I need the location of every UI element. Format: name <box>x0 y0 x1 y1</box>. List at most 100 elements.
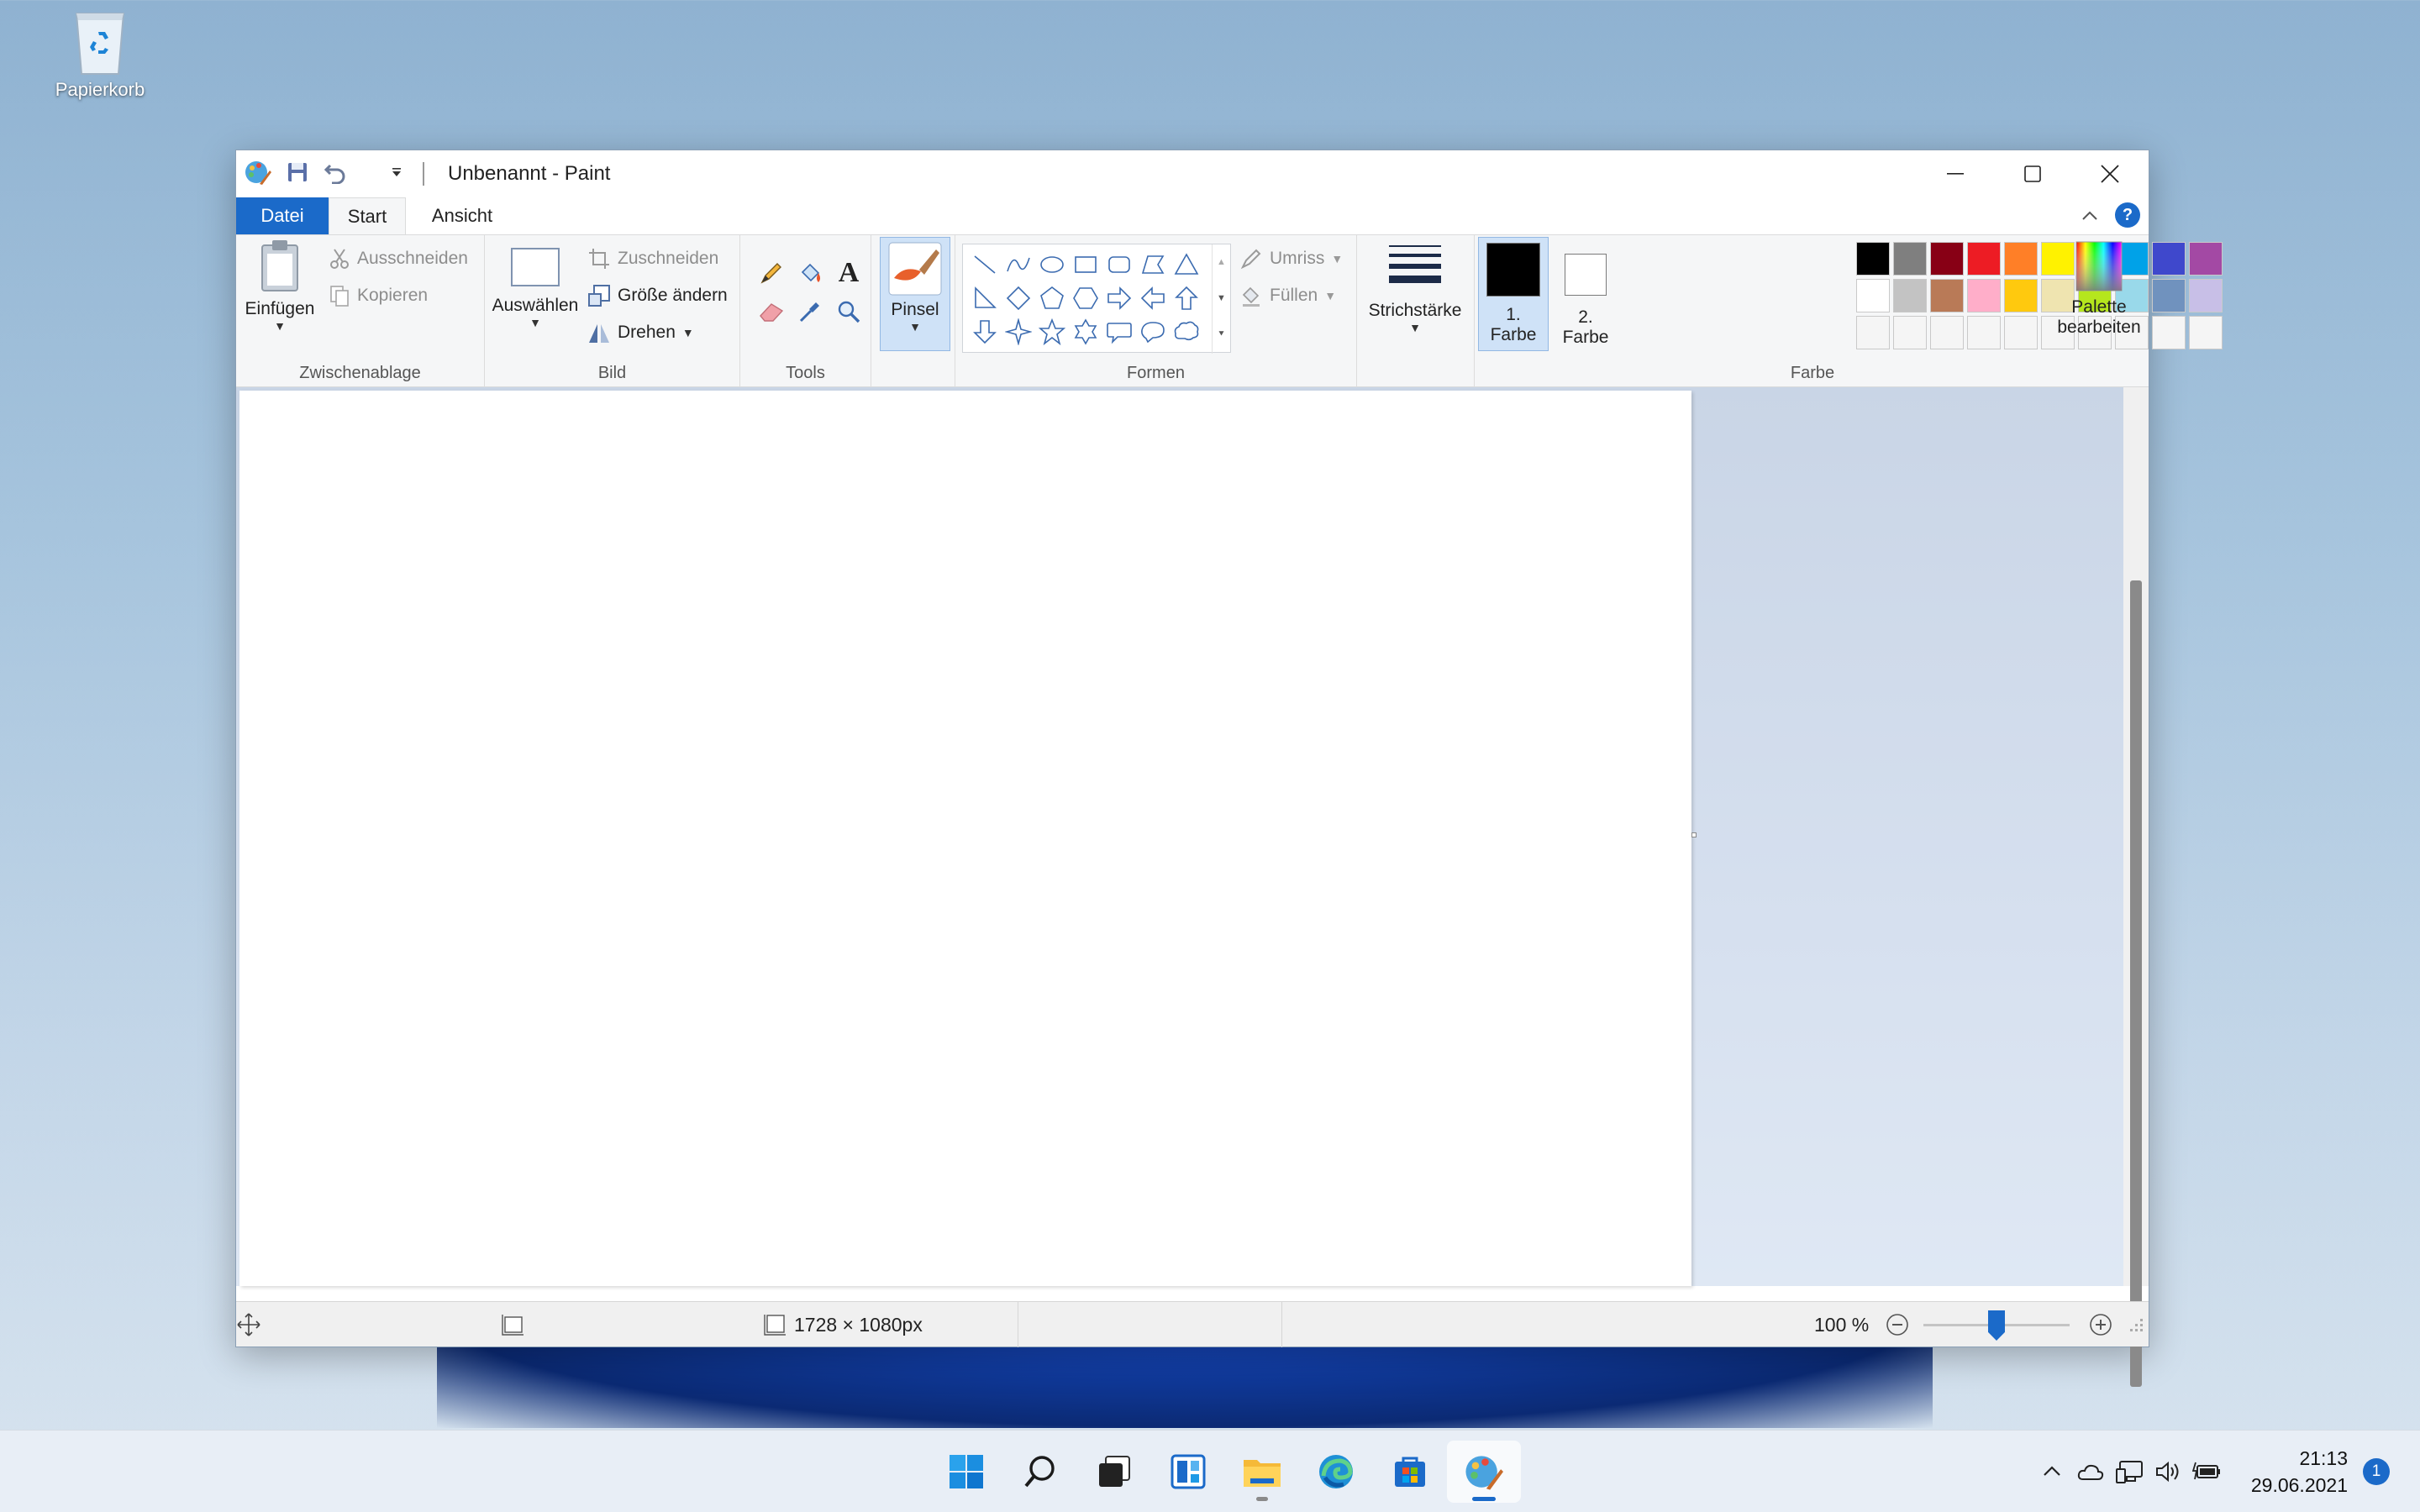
window-resize-grip[interactable] <box>2127 1302 2145 1347</box>
edit-colors-button[interactable]: Palette bearbeiten <box>2054 237 2144 338</box>
battery-button[interactable] <box>2187 1452 2226 1491</box>
color-picker-icon[interactable] <box>791 292 829 331</box>
palette-swatch[interactable] <box>1930 316 1964 349</box>
palette-swatch[interactable] <box>1893 316 1927 349</box>
select-button[interactable]: Auswählen ▼ <box>490 247 581 329</box>
taskbar-store-button[interactable] <box>1373 1441 1447 1503</box>
shape-triangle-icon[interactable] <box>1170 248 1203 281</box>
minimize-button[interactable] <box>1917 150 1994 197</box>
shape-six-point-star-icon[interactable] <box>1069 315 1102 349</box>
shape-four-point-star-icon[interactable] <box>1002 315 1035 349</box>
palette-swatch[interactable] <box>1856 242 1890 276</box>
palette-swatch[interactable] <box>2189 316 2223 349</box>
palette-swatch[interactable] <box>1893 279 1927 312</box>
rotate-button[interactable]: Drehen ▼ <box>587 318 694 348</box>
palette-swatch[interactable] <box>2189 242 2223 276</box>
cut-button[interactable]: Ausschneiden <box>329 244 468 274</box>
tab-home[interactable]: Start <box>329 197 406 235</box>
notification-badge[interactable]: 1 <box>2363 1458 2390 1485</box>
resize-button[interactable]: Größe ändern <box>587 281 728 311</box>
color1-button[interactable]: 1. Farbe <box>1478 237 1549 351</box>
taskbar-paint-button[interactable] <box>1447 1441 1521 1503</box>
tab-view[interactable]: Ansicht <box>416 197 508 234</box>
taskbar-file-explorer-button[interactable] <box>1225 1441 1299 1503</box>
copy-button[interactable]: Kopieren <box>329 281 428 311</box>
color2-button[interactable]: 2. Farbe <box>1552 237 1619 348</box>
palette-swatch[interactable] <box>1967 316 2001 349</box>
text-icon[interactable]: A <box>829 254 868 292</box>
fill-button[interactable]: Füllen ▼ <box>1239 281 1336 311</box>
palette-swatch[interactable] <box>2004 316 2038 349</box>
customize-qat-dropdown-icon[interactable] <box>391 166 402 182</box>
palette-swatch[interactable] <box>2004 279 2038 312</box>
shape-cloud-callout-icon[interactable] <box>1170 315 1203 349</box>
collapse-ribbon-button[interactable] <box>2078 204 2102 228</box>
shape-right-triangle-icon[interactable] <box>968 281 1002 315</box>
paint-app-icon[interactable] <box>245 159 271 190</box>
taskbar-edge-button[interactable] <box>1299 1441 1373 1503</box>
shape-up-arrow-icon[interactable] <box>1170 281 1203 315</box>
shape-right-arrow-icon[interactable] <box>1102 281 1136 315</box>
magnifier-icon[interactable] <box>829 292 868 331</box>
gallery-up-icon[interactable]: ▲ <box>1213 244 1230 281</box>
shape-five-point-star-icon[interactable] <box>1035 315 1069 349</box>
show-hidden-icons-button[interactable] <box>2033 1452 2071 1491</box>
shape-curve-icon[interactable] <box>1002 248 1035 281</box>
outline-button[interactable]: Umriss ▼ <box>1239 244 1343 274</box>
shape-line-icon[interactable] <box>968 248 1002 281</box>
eraser-icon[interactable] <box>752 292 791 331</box>
palette-swatch[interactable] <box>2152 316 2186 349</box>
gallery-more-icon[interactable]: ⯆ <box>1213 317 1230 353</box>
clock[interactable]: 21:13 29.06.2021 <box>2251 1445 2348 1499</box>
palette-swatch[interactable] <box>1856 279 1890 312</box>
close-button[interactable] <box>2071 150 2149 197</box>
palette-swatch[interactable] <box>1893 242 1927 276</box>
network-button[interactable] <box>2110 1452 2149 1491</box>
tab-file[interactable]: Datei <box>236 197 329 234</box>
shape-hexagon-icon[interactable] <box>1069 281 1102 315</box>
zoom-out-button[interactable] <box>1885 1302 1910 1347</box>
palette-swatch[interactable] <box>1967 279 2001 312</box>
crop-button[interactable]: Zuschneiden <box>587 244 718 274</box>
shape-rounded-callout-icon[interactable] <box>1102 315 1136 349</box>
paste-button[interactable]: Einfügen ▼ <box>245 239 315 333</box>
size-button[interactable]: Strichstärke ▼ <box>1362 239 1468 334</box>
shape-polygon-icon[interactable] <box>1136 248 1170 281</box>
palette-swatch[interactable] <box>2004 242 2038 276</box>
shape-oval-icon[interactable] <box>1035 248 1069 281</box>
palette-swatch[interactable] <box>2189 279 2223 312</box>
zoom-slider-thumb[interactable] <box>1988 1310 2005 1341</box>
shapes-gallery-scroll[interactable]: ▲ ▼ ⯆ <box>1212 244 1230 354</box>
canvas-resize-handle[interactable] <box>1691 832 1697 837</box>
palette-swatch[interactable] <box>1856 316 1890 349</box>
palette-swatch[interactable] <box>1930 279 1964 312</box>
maximize-button[interactable] <box>1994 150 2071 197</box>
vertical-scrollbar-thumb[interactable] <box>2130 580 2142 1387</box>
desktop-icon-recycle-bin[interactable]: Papierkorb <box>42 7 158 101</box>
help-button[interactable]: ? <box>2115 202 2140 228</box>
drawing-canvas[interactable] <box>239 391 1691 1286</box>
palette-swatch[interactable] <box>1967 242 2001 276</box>
palette-swatch[interactable] <box>1930 242 1964 276</box>
pencil-icon[interactable] <box>752 254 791 292</box>
palette-swatch[interactable] <box>2152 242 2186 276</box>
palette-swatch[interactable] <box>2152 279 2186 312</box>
zoom-in-button[interactable] <box>2088 1302 2113 1347</box>
taskbar-search-button[interactable] <box>1003 1441 1077 1503</box>
shape-left-arrow-icon[interactable] <box>1136 281 1170 315</box>
shape-oval-callout-icon[interactable] <box>1136 315 1170 349</box>
volume-button[interactable] <box>2149 1452 2187 1491</box>
shape-down-arrow-icon[interactable] <box>968 315 1002 349</box>
shape-pentagon-icon[interactable] <box>1035 281 1069 315</box>
gallery-down-icon[interactable]: ▼ <box>1213 281 1230 317</box>
shape-diamond-icon[interactable] <box>1002 281 1035 315</box>
brushes-button[interactable]: Pinsel ▼ <box>880 237 950 351</box>
shape-rounded-rectangle-icon[interactable] <box>1102 248 1136 281</box>
taskbar-start-button[interactable] <box>929 1441 1003 1503</box>
fill-bucket-icon[interactable] <box>791 254 829 292</box>
save-icon[interactable] <box>287 161 308 187</box>
undo-icon[interactable] <box>324 160 347 188</box>
taskbar-task-view-button[interactable] <box>1077 1441 1151 1503</box>
vertical-scrollbar[interactable] <box>2123 387 2149 1387</box>
taskbar-widgets-button[interactable] <box>1151 1441 1225 1503</box>
